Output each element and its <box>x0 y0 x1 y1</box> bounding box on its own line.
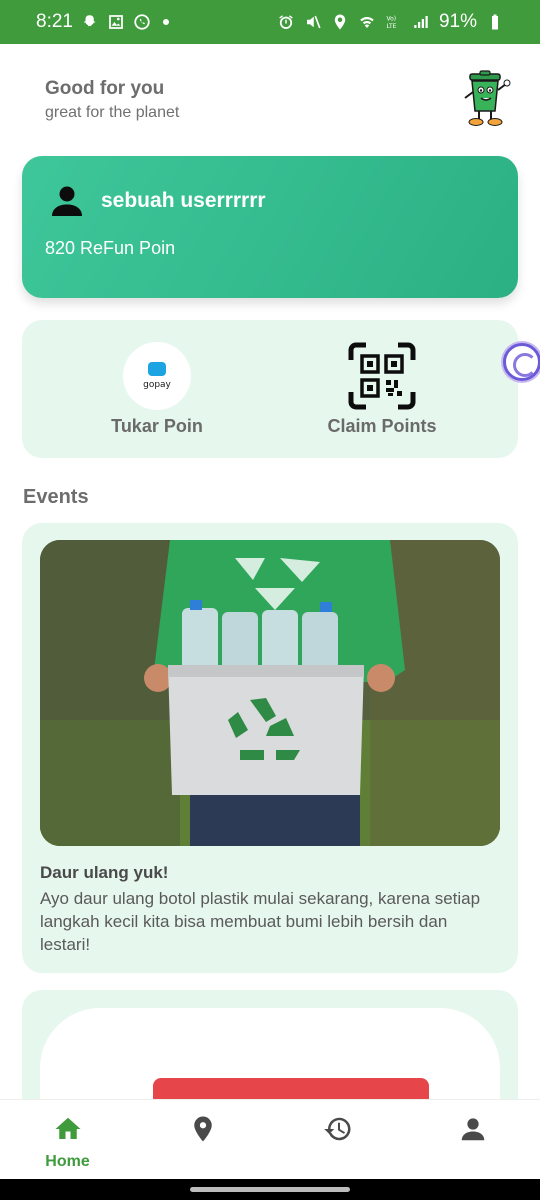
events-heading: Events <box>23 486 89 508</box>
user-icon <box>50 184 84 218</box>
location-icon <box>331 13 349 31</box>
event-image <box>40 540 500 846</box>
claim-points-button[interactable]: Claim Points <box>302 342 462 437</box>
svg-text:Vo): Vo) <box>386 16 396 23</box>
trash-can-mascot-icon <box>460 70 512 128</box>
points-balance: 820 ReFun Poin <box>45 238 176 258</box>
snapchat-icon <box>81 13 99 31</box>
tukar-poin-label: Tukar Poin <box>111 416 203 436</box>
nav-location[interactable] <box>135 1100 270 1179</box>
battery-icon <box>486 13 504 31</box>
page-subtitle: great for the planet <box>45 104 180 121</box>
whatsapp-icon <box>133 13 151 31</box>
bottom-navigation: Home <box>0 1099 540 1179</box>
user-card: sebuah userrrrrr 820 ReFun Poin <box>22 156 518 298</box>
status-right: Vo) LTE 91% <box>277 11 504 33</box>
svg-text:LTE: LTE <box>386 23 396 30</box>
volte-icon: Vo) LTE <box>385 13 403 31</box>
gopay-logo: gopay <box>123 342 191 410</box>
home-gesture-handle[interactable] <box>190 1187 350 1192</box>
gopay-logo-text: gopay <box>143 380 171 390</box>
event-description: Ayo daur ulang botol plastik mulai sekar… <box>40 889 481 954</box>
qr-code-icon <box>348 342 416 410</box>
home-icon <box>53 1114 83 1149</box>
tukar-poin-button[interactable]: gopay Tukar Poin <box>77 342 237 437</box>
nav-home[interactable]: Home <box>0 1100 135 1179</box>
profile-icon <box>458 1114 488 1149</box>
alarm-icon <box>277 13 295 31</box>
event-card[interactable]: Daur ulang yuk! Ayo daur ulang botol pla… <box>22 523 518 973</box>
status-time: 8:21 <box>36 11 73 32</box>
gallery-icon <box>107 13 125 31</box>
signal-icon <box>412 13 430 31</box>
claim-points-label: Claim Points <box>327 416 437 436</box>
username: sebuah userrrrrr <box>101 189 266 212</box>
history-icon <box>323 1114 353 1149</box>
page-title: Good for you <box>45 78 165 99</box>
status-bar: 8:21 Vo) LTE 91% <box>0 0 540 44</box>
actions-card: gopay Tukar Poin Claim Points <box>22 320 518 458</box>
nav-history[interactable] <box>270 1100 405 1179</box>
event-title: Daur ulang yuk! <box>40 863 169 882</box>
wifi-icon <box>358 13 376 31</box>
system-gesture-bar <box>0 1179 540 1200</box>
location-pin-icon <box>188 1114 218 1149</box>
notification-dot-icon <box>162 19 169 25</box>
header: Good for you great for the planet <box>45 78 179 122</box>
mute-icon <box>304 13 322 31</box>
nav-profile[interactable] <box>405 1100 540 1179</box>
status-left: 8:21 <box>36 11 169 33</box>
nav-home-label: Home <box>45 1153 90 1170</box>
gopay-wallet-icon <box>148 362 166 376</box>
floating-assistant-button[interactable] <box>503 343 540 381</box>
battery-percent: 91% <box>438 11 477 32</box>
